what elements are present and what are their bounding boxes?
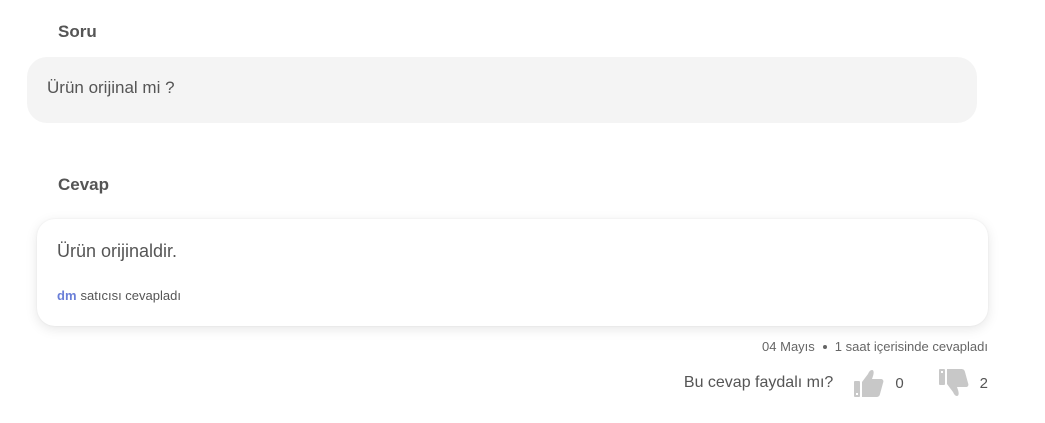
response-time: 1 saat içerisinde cevapladı xyxy=(834,339,988,354)
upvote-button[interactable]: 0 xyxy=(853,369,904,397)
helpful-feedback: Bu cevap faydalı mı? 0 2 xyxy=(684,368,988,398)
answer-card: Ürün orijinaldir. dm satıcısı cevapladı xyxy=(37,219,988,326)
thumbs-up-icon xyxy=(853,369,885,397)
answer-meta: 04 Mayıs 1 saat içerisinde cevapladı xyxy=(762,339,988,354)
downvote-count: 2 xyxy=(979,374,988,392)
seller-name-link[interactable]: dm xyxy=(57,288,77,303)
question-text: Ürün orijinal mi ? xyxy=(47,78,175,97)
downvote-button[interactable]: 2 xyxy=(938,369,988,397)
seller-answered-label: satıcısı cevapladı xyxy=(80,288,181,303)
answer-heading: Cevap xyxy=(58,175,110,194)
qa-item: Soru Ürün orijinal mi ? Cevap Ürün oriji… xyxy=(0,0,1045,423)
seller-line: dm satıcısı cevapladı xyxy=(57,288,181,303)
separator-dot xyxy=(822,344,827,349)
question-heading: Soru xyxy=(58,22,97,41)
answer-date: 04 Mayıs xyxy=(762,339,815,354)
helpful-question-label: Bu cevap faydalı mı? xyxy=(683,374,834,391)
thumbs-down-icon xyxy=(938,369,970,397)
answer-text: Ürün orijinaldir. xyxy=(57,241,178,261)
question-box: Ürün orijinal mi ? xyxy=(27,57,977,123)
upvote-count: 0 xyxy=(895,374,904,392)
